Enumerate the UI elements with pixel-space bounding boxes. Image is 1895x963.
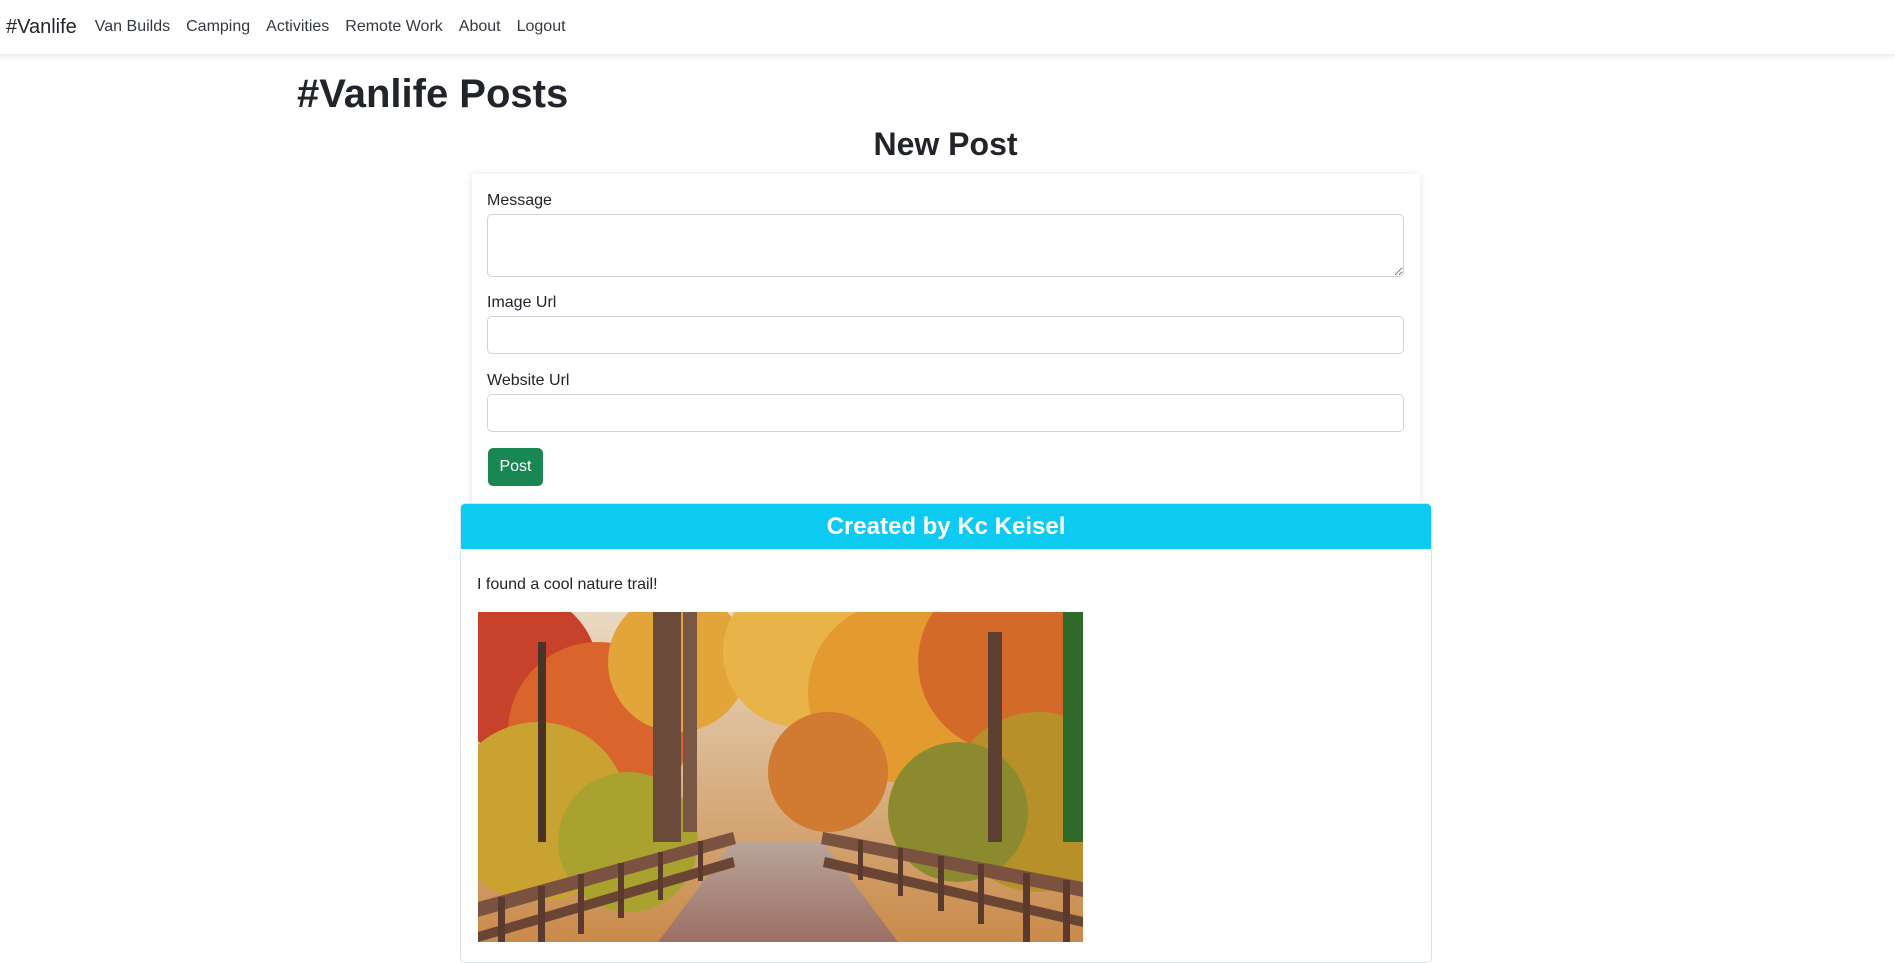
new-post-form: Message Image Url Website Url Post	[472, 174, 1420, 504]
nav-activities[interactable]: Activities	[266, 18, 329, 36]
image-url-label: Image Url	[487, 294, 557, 311]
website-url-input[interactable]	[487, 394, 1404, 432]
new-post-heading: New Post	[873, 126, 1018, 162]
post-image	[478, 612, 1083, 942]
post-header: Created by Kc Keisel	[461, 504, 1431, 549]
nav-van-builds[interactable]: Van Builds	[95, 18, 170, 36]
nav-about[interactable]: About	[459, 18, 501, 36]
post-message: I found a cool nature trail!	[477, 576, 658, 593]
brand-link[interactable]: #Vanlife	[6, 16, 77, 39]
image-url-input[interactable]	[487, 316, 1404, 354]
nav-camping[interactable]: Camping	[186, 18, 250, 36]
nav-logout[interactable]: Logout	[517, 18, 566, 36]
post-submit-button[interactable]: Post	[488, 448, 543, 486]
message-label: Message	[487, 192, 552, 209]
nav-remote-work[interactable]: Remote Work	[345, 18, 443, 36]
website-url-label: Website Url	[487, 372, 570, 389]
message-field-wrapper	[472, 214, 1420, 277]
post-card: Created by Kc Keisel I found a cool natu…	[460, 503, 1432, 963]
page-title: #Vanlife Posts	[297, 72, 569, 116]
top-navbar: #Vanlife Van Builds Camping Activities R…	[0, 0, 1895, 55]
message-textarea[interactable]	[487, 214, 1404, 277]
